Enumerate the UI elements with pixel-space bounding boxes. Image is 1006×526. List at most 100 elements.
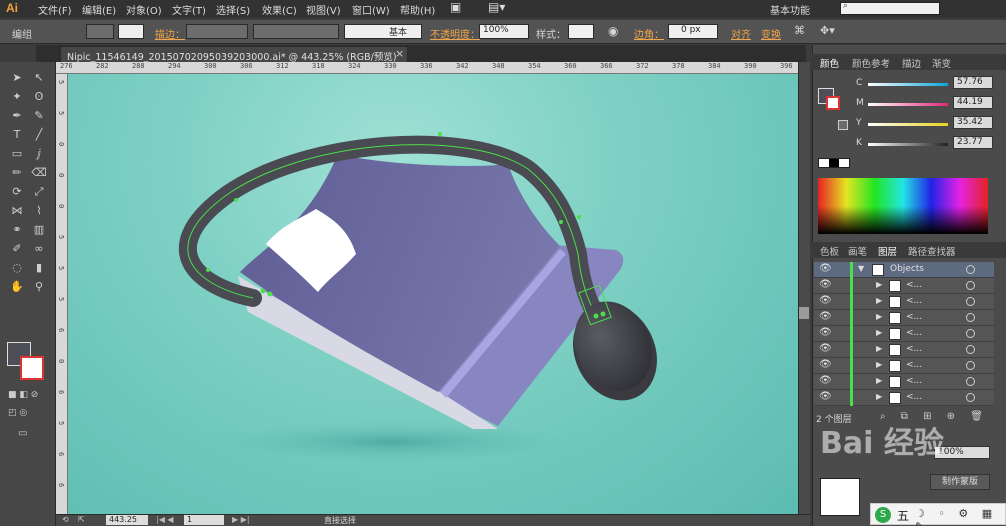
artboard-canvas[interactable] (68, 74, 798, 514)
menu-help[interactable]: 帮助(H) (400, 2, 435, 17)
recolor-icon[interactable]: ◉ (608, 24, 618, 38)
menu-file[interactable]: 文件(F) (38, 2, 72, 17)
gradient-icon[interactable]: ⌇ (30, 203, 48, 219)
slider-c[interactable] (868, 83, 948, 86)
align-link[interactable]: 对齐 (731, 26, 751, 41)
target-icon[interactable] (966, 377, 975, 386)
brush-icon[interactable]: ▭ (8, 146, 26, 162)
menu-select[interactable]: 选择(S) (216, 2, 250, 17)
brush-style-dropdown[interactable]: 基本 (344, 24, 422, 39)
magic-wand-icon[interactable]: ✦ (8, 89, 26, 105)
expand-icon[interactable]: ▶ (876, 344, 882, 353)
eye-icon[interactable]: 👁 (819, 311, 832, 322)
target-icon[interactable] (966, 361, 975, 370)
expand-icon[interactable]: ▶ (876, 360, 882, 369)
document-tab[interactable]: Nipic_11546149_20150702095039203000.ai* … (60, 46, 408, 63)
target-icon[interactable] (966, 297, 975, 306)
eye-icon[interactable]: 👁 (819, 343, 832, 354)
target-icon[interactable] (966, 393, 975, 402)
slider-k[interactable] (868, 143, 948, 146)
isolate-icon[interactable]: ⌘ (794, 24, 805, 37)
scale-icon[interactable]: ⌫ (30, 165, 48, 181)
blend-icon[interactable]: ▥ (30, 222, 48, 238)
graphic-style-swatch[interactable] (568, 24, 594, 39)
tab-color-guide[interactable]: 颜色参考 (852, 56, 890, 70)
panel-stroke-box[interactable] (826, 96, 840, 110)
close-tab-icon[interactable]: × (395, 47, 404, 60)
workspace-switcher[interactable]: 基本功能 (770, 2, 810, 17)
rectangle-icon[interactable]: ╱ (30, 127, 48, 143)
eye-icon[interactable]: 👁 (819, 263, 832, 274)
layer-row-main[interactable]: 👁 ▼ Objects (814, 262, 994, 278)
expand-icon[interactable]: ▶ (876, 392, 882, 401)
layer-row[interactable]: 👁 ▶ <... (814, 278, 994, 294)
eye-icon[interactable]: 👁 (819, 279, 832, 290)
target-icon[interactable] (966, 313, 975, 322)
tab-color[interactable]: 颜色 (820, 56, 839, 70)
slider-y[interactable] (868, 123, 948, 126)
layer-row[interactable]: 👁 ▶ <... (814, 310, 994, 326)
eye-icon[interactable]: 👁 (819, 359, 832, 370)
expand-icon[interactable]: ▶ (876, 312, 882, 321)
tab-layers[interactable]: 图层 (878, 244, 897, 258)
screen-mode-icon[interactable]: ▭ (18, 428, 38, 440)
symbol-sprayer-icon[interactable]: ✐ (8, 241, 26, 257)
artboard-nav-icon[interactable]: ⇱ (78, 515, 85, 524)
menu-view[interactable]: 视图(V) (306, 2, 341, 17)
expand-icon[interactable]: ▼ (858, 264, 864, 273)
none-black-white-swatches[interactable] (818, 158, 850, 168)
panel-menu-icon[interactable]: ✥▾ (820, 24, 835, 37)
pen-icon[interactable]: ✒ (8, 108, 26, 124)
selection-icon[interactable]: ➤ (8, 70, 26, 86)
zoom-field[interactable]: 443.25 (106, 515, 148, 525)
expand-icon[interactable]: ▶ (876, 376, 882, 385)
value-m[interactable]: 44.19 (953, 96, 993, 109)
tab-swatches[interactable]: 色板 (820, 244, 839, 258)
ime-toolbar[interactable]: S 五 ☽ ◦ ⚙ ▦ ✎ (870, 503, 1006, 526)
expand-icon[interactable]: ▶ (876, 328, 882, 337)
eye-icon[interactable]: 👁 (819, 327, 832, 338)
rotate-icon[interactable]: ✏ (8, 165, 26, 181)
line-icon[interactable]: T (8, 127, 26, 143)
make-mask-button[interactable]: 制作蒙版 (930, 474, 990, 490)
menu-window[interactable]: 窗口(W) (352, 2, 390, 17)
opacity-label[interactable]: 不透明度： (430, 26, 480, 41)
ime-tools-icons[interactable]: ☽ ◦ ⚙ ▦ ✎ (915, 507, 1005, 526)
layer-row[interactable]: 👁 ▶ <... (814, 374, 994, 390)
opacity-field[interactable]: 100% (479, 24, 529, 39)
tab-pathfinder[interactable]: 路径查找器 (908, 244, 956, 258)
menu-effect[interactable]: 效果(C) (262, 2, 297, 17)
pencil-icon[interactable]: ⅉ (30, 146, 48, 162)
layer-row[interactable]: 👁 ▶ <... (814, 342, 994, 358)
tab-gradient[interactable]: 渐变 (932, 56, 951, 70)
eye-icon[interactable]: 👁 (819, 391, 832, 402)
expand-icon[interactable]: ▶ (876, 296, 882, 305)
lasso-icon[interactable]: ʘ (30, 89, 48, 105)
direct-select-icon[interactable]: ↖ (30, 70, 48, 86)
slider-m[interactable] (868, 103, 948, 106)
eyedropper-icon[interactable]: ⚭ (8, 222, 26, 238)
slice-icon[interactable]: ▮ (30, 260, 48, 276)
vertical-scroll-thumb[interactable] (799, 307, 809, 319)
graph-icon[interactable]: ∞ (30, 241, 48, 257)
artboard-field[interactable]: 1 (184, 515, 224, 525)
tab-brushes[interactable]: 画笔 (848, 244, 867, 258)
hand-icon[interactable]: ✋ (8, 279, 26, 295)
search-input[interactable] (840, 2, 940, 15)
color-mode-icons[interactable]: ■ ◧ ⊘ (8, 390, 48, 402)
variable-width-dropdown[interactable] (253, 24, 339, 39)
last-color-box[interactable] (838, 120, 848, 130)
rotate-view-icon[interactable]: ⟲ (62, 515, 69, 524)
value-k[interactable]: 23.77 (953, 136, 993, 149)
layer-row[interactable]: 👁 ▶ <... (814, 390, 994, 406)
fill-swatch[interactable] (86, 24, 114, 39)
type-icon[interactable]: ✎ (30, 108, 48, 124)
eye-icon[interactable]: 👁 (819, 295, 832, 306)
transform-link[interactable]: 变换 (761, 26, 781, 41)
artboard-icon[interactable]: ◌ (8, 260, 26, 276)
menu-edit[interactable]: 编辑(E) (82, 2, 116, 17)
stroke-weight-field[interactable] (186, 24, 248, 39)
stroke-swatch[interactable] (118, 24, 144, 39)
arrange-docs-icon[interactable]: ▤▾ (488, 0, 505, 14)
stroke-label[interactable]: 描边： (155, 26, 185, 41)
